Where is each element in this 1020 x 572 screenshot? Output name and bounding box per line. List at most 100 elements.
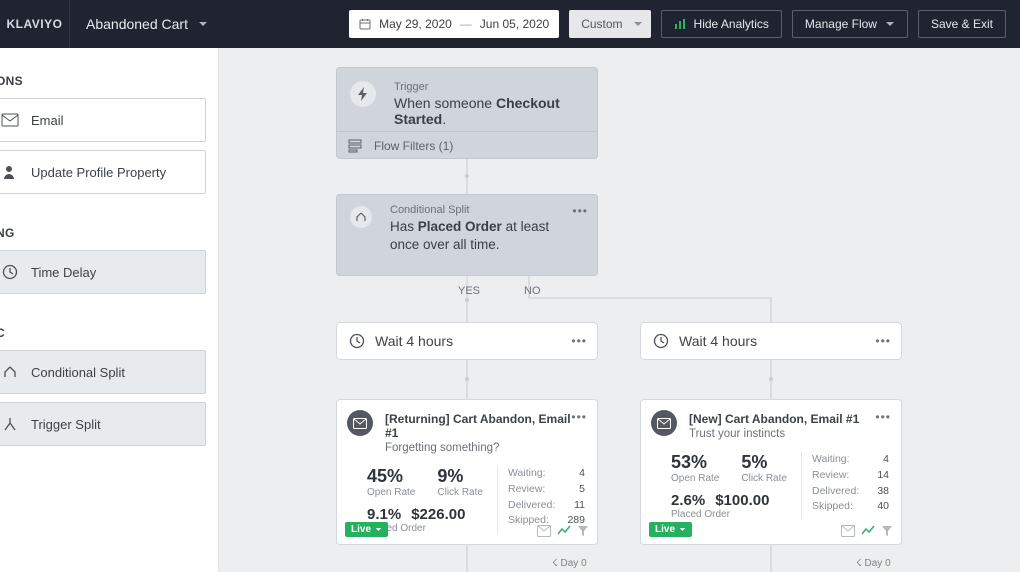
clock-icon [1, 263, 19, 281]
date-start: May 29, 2020 [379, 17, 452, 31]
mail-icon[interactable] [841, 525, 855, 537]
email-icon [347, 410, 373, 436]
sidebar-header-actions: ONS [0, 74, 206, 88]
wait-node-yes[interactable]: Wait 4 hours ••• [336, 322, 598, 360]
email-node-new[interactable]: ••• [New] Cart Abandon, Email #1 Trust y… [640, 399, 902, 545]
trigger-split-icon [1, 415, 19, 433]
branch-no-label: NO [524, 285, 541, 297]
manage-flow-button[interactable]: Manage Flow [792, 10, 908, 38]
date-end: Jun 05, 2020 [480, 17, 549, 31]
open-rate-label: Open Rate [671, 473, 719, 484]
trigger-label: Trigger [394, 81, 582, 93]
sidebar-item-update-profile[interactable]: Update Profile Property [0, 150, 206, 194]
caret-down-icon [679, 526, 686, 533]
split-icon [1, 363, 19, 381]
stat-waiting-label: Waiting: [508, 466, 546, 482]
trigger-body: When someone Checkout Started. [394, 95, 582, 127]
email-title: [New] Cart Abandon, Email #1 [689, 412, 889, 426]
email-title: [Returning] Cart Abandon, Email #1 [385, 412, 585, 440]
caret-down-icon [198, 19, 208, 29]
sidebar-header-logic: C [0, 326, 206, 340]
wait-label: Wait 4 hours [375, 333, 453, 349]
cond-body: Has Placed Order at least once over all … [390, 218, 568, 254]
sidebar-item-label: Update Profile Property [31, 165, 166, 180]
day-label-yes: ☇ Day 0 [552, 558, 587, 569]
stat-waiting-value: 4 [883, 452, 889, 468]
cond-label: Conditional Split [390, 204, 568, 216]
flow-filters-button[interactable]: Flow Filters (1) [336, 131, 598, 159]
save-exit-button[interactable]: Save & Exit [918, 10, 1006, 38]
sparkline-icon[interactable] [861, 525, 875, 537]
caret-down-icon [633, 19, 643, 29]
stat-skipped-label: Skipped: [812, 499, 853, 515]
node-menu-button[interactable]: ••• [875, 334, 891, 348]
conversion-rate: 9.1% [367, 506, 401, 523]
save-exit-label: Save & Exit [931, 17, 993, 31]
card-actions [537, 525, 589, 537]
conversion-rate: 2.6% [671, 492, 705, 509]
card-actions [841, 525, 893, 537]
topbar: KLAVIYO Abandoned Cart May 29, 2020 — Ju… [0, 0, 1020, 48]
caret-down-icon [375, 526, 382, 533]
email-icon [651, 410, 677, 436]
stat-waiting-label: Waiting: [812, 452, 850, 468]
day-label-no: ☇ Day 0 [856, 558, 891, 569]
stat-delivered-value: 38 [877, 484, 889, 500]
stat-waiting-value: 4 [579, 466, 585, 482]
sidebar-item-trigger-split[interactable]: Trigger Split [0, 402, 206, 446]
wait-label: Wait 4 hours [679, 333, 757, 349]
node-menu-button[interactable]: ••• [572, 204, 588, 218]
flow-name-dropdown[interactable]: Abandoned Cart [70, 16, 224, 32]
flow-name-label: Abandoned Cart [86, 16, 188, 32]
trigger-post: . [442, 111, 446, 127]
sparkline-icon[interactable] [557, 525, 571, 537]
sidebar: ONS Email Update Profile Property NG Tim… [0, 48, 219, 572]
stat-review-value: 5 [579, 482, 585, 498]
email-subject: Forgetting something? [385, 442, 585, 454]
email-node-returning[interactable]: ••• [Returning] Cart Abandon, Email #1 F… [336, 399, 598, 545]
stat-delivered-label: Delivered: [812, 484, 859, 500]
caret-down-icon [885, 19, 895, 29]
stat-delivered-value: 11 [574, 498, 585, 514]
revenue: $226.00 [411, 506, 465, 523]
stat-review-value: 14 [877, 468, 889, 484]
funnel-icon[interactable] [577, 525, 589, 537]
filter-icon [348, 139, 362, 153]
email-icon [1, 111, 19, 129]
click-rate-value: 5% [741, 452, 787, 473]
profile-icon [1, 163, 19, 181]
trigger-node[interactable]: Trigger When someone Checkout Started. F… [336, 67, 598, 159]
sidebar-item-label: Email [31, 113, 64, 128]
status-chip[interactable]: Live [649, 522, 692, 537]
sidebar-item-email[interactable]: Email [0, 98, 206, 142]
node-menu-button[interactable]: ••• [571, 410, 587, 424]
funnel-icon[interactable] [881, 525, 893, 537]
date-range-picker[interactable]: May 29, 2020 — Jun 05, 2020 [349, 10, 559, 38]
stat-review-label: Review: [508, 482, 545, 498]
date-range-preset-select[interactable]: Custom [569, 10, 650, 38]
hide-analytics-button[interactable]: Hide Analytics [661, 10, 782, 38]
sidebar-item-label: Time Delay [31, 265, 96, 280]
node-menu-button[interactable]: ••• [571, 334, 587, 348]
click-rate-label: Click Rate [741, 473, 787, 484]
node-menu-button[interactable]: ••• [875, 410, 891, 424]
wait-node-no[interactable]: Wait 4 hours ••• [640, 322, 902, 360]
hide-analytics-label: Hide Analytics [694, 17, 769, 31]
sidebar-header-timing: NG [0, 226, 206, 240]
date-dash: — [460, 17, 472, 31]
clock-icon [653, 333, 669, 349]
click-rate-label: Click Rate [437, 487, 483, 498]
email-subject: Trust your instincts [689, 428, 889, 440]
split-icon [350, 206, 372, 228]
trigger-pre: When someone [394, 95, 496, 111]
mail-icon[interactable] [537, 525, 551, 537]
sidebar-item-time-delay[interactable]: Time Delay [0, 250, 206, 294]
sidebar-item-label: Conditional Split [31, 365, 125, 380]
status-chip[interactable]: Live [345, 522, 388, 537]
open-rate-value: 45% [367, 466, 415, 487]
conditional-split-node[interactable]: Conditional Split Has Placed Order at le… [336, 194, 598, 276]
stat-delivered-label: Delivered: [508, 498, 555, 514]
stat-review-label: Review: [812, 468, 849, 484]
flow-canvas[interactable]: Trigger When someone Checkout Started. F… [219, 48, 1020, 572]
sidebar-item-conditional-split[interactable]: Conditional Split [0, 350, 206, 394]
